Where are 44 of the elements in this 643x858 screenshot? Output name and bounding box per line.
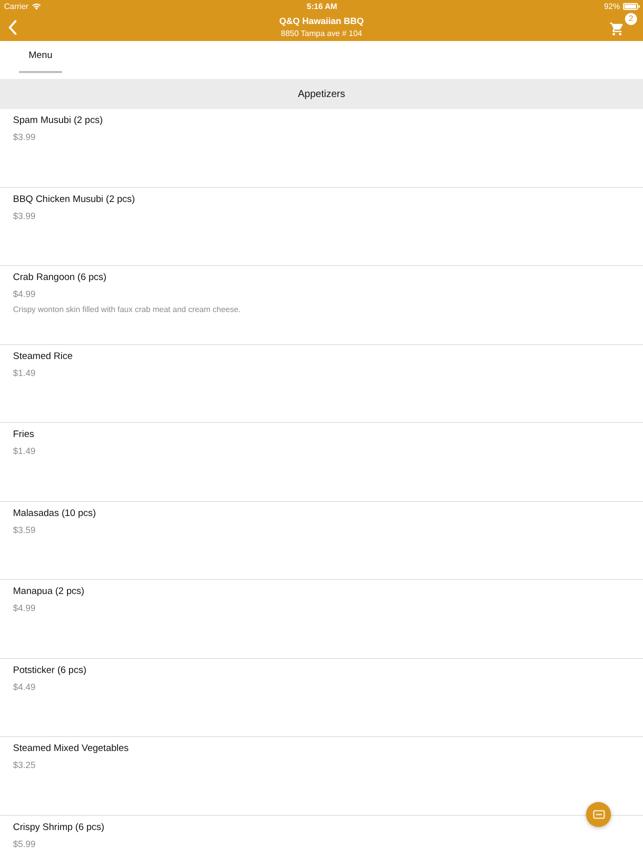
battery-percent: 92% — [604, 2, 620, 12]
menu-item[interactable]: Fries $1.49 — [0, 423, 643, 502]
item-name: Crispy Shrimp (6 pcs) — [13, 822, 104, 834]
item-name: Steamed Mixed Vegetables — [13, 743, 129, 755]
wifi-icon — [32, 3, 42, 10]
item-name: Spam Musubi (2 pcs) — [13, 115, 103, 127]
section-header: Appetizers — [0, 79, 643, 109]
item-price: $1.49 — [13, 366, 36, 378]
cart-icon — [610, 22, 624, 36]
rectangle-icon — [592, 810, 604, 819]
item-price: $3.99 — [13, 210, 36, 222]
back-chevron-icon — [8, 20, 17, 34]
item-price: $4.49 — [13, 680, 36, 692]
restaurant-name: Q&Q Hawaiian BBQ — [279, 16, 364, 26]
item-price: $4.99 — [13, 602, 36, 614]
cart-count-badge: 2 — [625, 13, 637, 25]
menu-tab[interactable]: Menu — [19, 41, 62, 73]
menu-item[interactable]: Malasadas (10 pcs) $3.59 — [0, 502, 643, 580]
item-name: Manapua (2 pcs) — [13, 586, 84, 598]
menu-item[interactable]: BBQ Chicken Musubi (2 pcs) $3.99 — [0, 188, 643, 266]
carrier-label: Carrier — [4, 2, 28, 12]
item-description: Crispy wonton skin filled with faux crab meat and cream cheese. — [13, 304, 241, 315]
item-name: Potsticker (6 pcs) — [13, 664, 86, 676]
back-button[interactable] — [7, 19, 18, 35]
menu-item[interactable]: Manapua (2 pcs) $4.99 — [0, 580, 643, 658]
menu-item[interactable]: Crab Rangoon (6 pcs) $4.99 Crispy wonton skin filled with faux crab meat and cream cheese. — [0, 266, 643, 344]
item-name: Steamed Rice — [13, 350, 73, 362]
restaurant-address: 8850 Tampa ave # 104 — [280, 28, 362, 38]
item-price: $4.99 — [13, 288, 36, 300]
menu-item[interactable]: Potsticker (6 pcs) $4.49 — [0, 658, 643, 737]
status-time: 5:16 AM — [306, 2, 338, 12]
item-name: BBQ Chicken Musubi (2 pcs) — [13, 194, 135, 206]
battery-icon — [623, 3, 640, 10]
item-name: Malasadas (10 pcs) — [13, 508, 96, 520]
floating-action-button[interactable] — [586, 802, 611, 827]
item-name: Crab Rangoon (6 pcs) — [13, 272, 106, 284]
item-name: Fries — [13, 429, 34, 441]
item-price: $3.99 — [13, 131, 36, 143]
item-price: $3.25 — [13, 759, 36, 771]
item-price: $5.99 — [13, 838, 36, 850]
item-price: $3.59 — [13, 524, 36, 536]
menu-item[interactable]: Spam Musubi (2 pcs) $3.99 — [0, 109, 643, 188]
menu-item[interactable]: Steamed Rice $1.49 — [0, 344, 643, 423]
item-price: $1.49 — [13, 445, 36, 457]
